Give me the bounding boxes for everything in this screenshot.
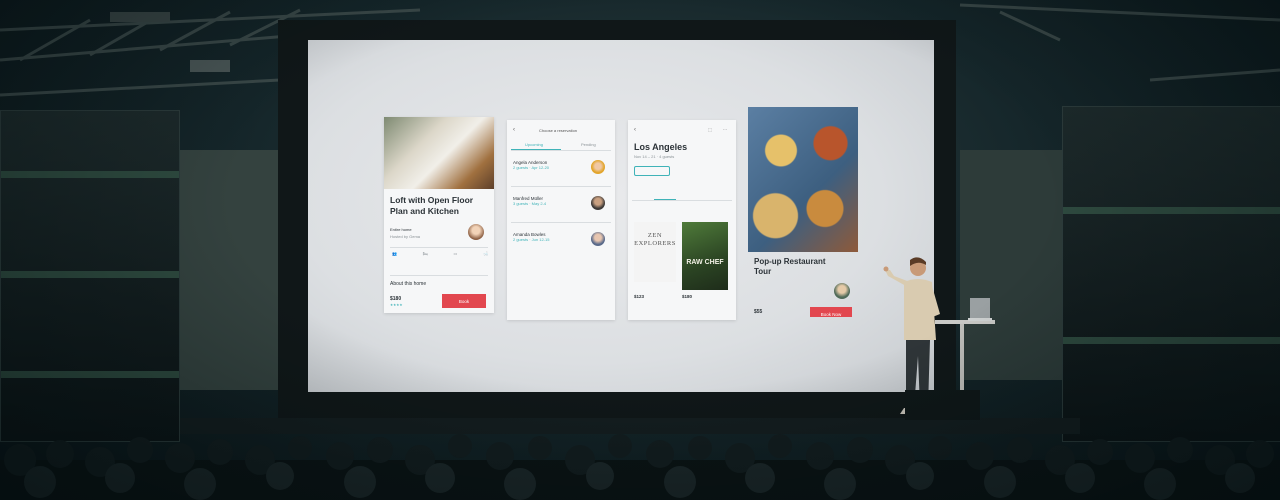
book-title: RAW CHEF	[686, 259, 724, 266]
list-item[interactable]: Amanda Bowles 2 guests · Jun 12-15	[513, 232, 609, 256]
reservations-card: ‹ Choose a reservation Upcoming Pending …	[507, 120, 615, 320]
avatar	[591, 196, 605, 210]
filter-chip[interactable]	[634, 166, 670, 176]
amenity-icons: 👥 🛏 ▭ 🛁	[392, 251, 488, 256]
book-title: ZEN EXPLORERS	[634, 232, 676, 247]
rating-stars: ★★★★	[390, 303, 403, 307]
listing-price: $180	[390, 296, 402, 302]
destination-card: ‹ ⬚ ⋯ Los Angeles Nov 14 – 21 · 4 guests…	[628, 120, 736, 320]
food-photo	[748, 107, 858, 252]
bedroom-icon: 🛏	[422, 251, 428, 256]
experience-card: Pop-up Restaurant Tour $55 Book Now	[748, 107, 858, 317]
back-icon[interactable]: ‹	[513, 127, 515, 133]
avatar	[591, 160, 605, 174]
host-avatar	[468, 224, 484, 240]
divider	[390, 275, 488, 276]
more-icon[interactable]: ⋯	[723, 127, 727, 132]
stage-structure-left	[0, 110, 180, 442]
host-avatar	[834, 283, 850, 299]
tab-underline	[654, 199, 676, 200]
experience-price: $55	[754, 309, 763, 315]
audience	[0, 434, 1280, 500]
divider	[511, 222, 611, 223]
price-zen: $123	[634, 294, 645, 299]
conference-scene: Loft with Open Floor Plan and Kitchen En…	[0, 0, 1280, 500]
back-icon[interactable]: ‹	[634, 127, 636, 133]
list-item[interactable]: Manfred Müller 3 guests · May 2-4	[513, 196, 609, 220]
loft-photo	[384, 117, 494, 189]
book-now-button[interactable]: Book Now	[810, 307, 852, 317]
listing-host: Hosted by Gema	[390, 234, 421, 239]
tab-upcoming[interactable]: Upcoming	[525, 142, 543, 147]
book-cover-raw[interactable]: RAW CHEF	[682, 222, 728, 290]
book-cover-zen[interactable]: ZEN EXPLORERS	[634, 222, 676, 282]
guests-icon: 👥	[392, 251, 397, 256]
price-raw: $180	[682, 294, 693, 299]
listing-subtitle: Entire home	[390, 227, 412, 232]
listing-title: Loft with Open Floor Plan and Kitchen	[390, 195, 474, 216]
destination-subtitle: Nov 14 – 21 · 4 guests	[634, 154, 675, 159]
avatar	[591, 232, 605, 246]
stage-structure-right	[1062, 106, 1280, 442]
listing-card: Loft with Open Floor Plan and Kitchen En…	[384, 117, 494, 313]
share-icon[interactable]: ⬚	[708, 127, 712, 132]
list-item[interactable]: Angela Anderson 2 guests · Apr 12-20	[513, 160, 609, 184]
reservations-header: Choose a reservation	[539, 128, 578, 133]
divider	[390, 247, 488, 248]
stage-monitor	[905, 390, 980, 420]
bed-icon: ▭	[453, 251, 458, 256]
about-heading: About this home	[390, 281, 427, 287]
book-button[interactable]: Book	[442, 294, 486, 308]
bath-icon: 🛁	[483, 251, 488, 256]
wall-panel-left	[178, 150, 278, 390]
divider	[511, 186, 611, 187]
experience-title: Pop-up Restaurant Tour	[754, 257, 826, 276]
tab-pending[interactable]: Pending	[581, 142, 596, 147]
divider	[511, 150, 611, 151]
destination-title: Los Angeles	[634, 142, 688, 152]
divider	[632, 200, 732, 201]
